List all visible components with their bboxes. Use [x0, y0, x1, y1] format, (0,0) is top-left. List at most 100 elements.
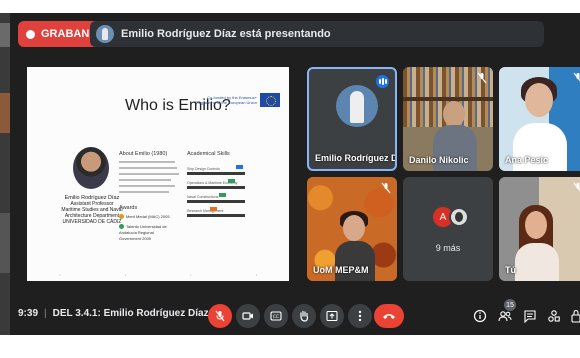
- bookshelf-background: [403, 97, 493, 101]
- presenter-university: UNIVERSIDAD DE CÁDIZ: [62, 219, 122, 225]
- mic-off-icon: [573, 182, 580, 192]
- footer-mark: ▪: [190, 273, 192, 277]
- skills-heading: Academical Skills: [187, 151, 230, 157]
- award-text: Talento Universidad de Andalucía Regiona…: [119, 224, 167, 241]
- presentation-slide[interactable]: Who is Emilio? Co-funded by the Erasmus+…: [27, 67, 289, 281]
- skill-row: Operations & Maritime Economy: [187, 179, 245, 189]
- skill-marker: [210, 207, 218, 211]
- mic-off-icon: [215, 310, 225, 322]
- footer-mark: ▪: [124, 273, 126, 277]
- participant-video-person: [525, 83, 553, 117]
- meet-window: GRABANDO Emilio Rodríguez Díaz está pres…: [10, 13, 580, 335]
- participant-tile-self[interactable]: Tú: [499, 177, 580, 281]
- more-options-icon: [358, 310, 362, 322]
- participant-tile-emilio[interactable]: Emilio Rodríguez Díaz: [307, 67, 397, 171]
- edge-block: [0, 93, 10, 133]
- lock-icon: [571, 309, 580, 323]
- participant-name: Danilo Nikolic: [409, 155, 469, 165]
- skills-bars: Ship Design Controls Operations & Mariti…: [187, 165, 247, 227]
- microphone-button[interactable]: [208, 304, 232, 328]
- meeting-time: 9:39: [18, 308, 39, 319]
- meeting-name: DEL 3.4.1: Emilio Rodríguez Díaz: [52, 308, 209, 319]
- activities-icon: [548, 310, 560, 322]
- skill-marker: [236, 165, 244, 169]
- participant-name: Emilio Rodríguez Díaz: [315, 153, 397, 163]
- about-heading: About Emilio (1980): [119, 151, 168, 157]
- mic-off-icon: [477, 72, 487, 84]
- chat-icon: [524, 310, 536, 323]
- participant-avatar: [336, 85, 378, 127]
- presenting-banner[interactable]: Emilio Rodríguez Díaz está presentando: [90, 21, 544, 47]
- footer-mark: ▪: [59, 273, 61, 277]
- screen: GRABANDO Emilio Rodríguez Díaz está pres…: [0, 0, 580, 358]
- present-button[interactable]: [320, 304, 344, 328]
- skill-bar: [187, 193, 245, 203]
- more-participants-label: 9 más: [435, 243, 461, 253]
- eu-flag-icon: [260, 93, 280, 107]
- participant-video-person: [525, 211, 547, 239]
- eu-cofunded-logo: Co-funded by the Erasmus+ Programme of t…: [193, 91, 281, 109]
- mic-off-icon: [573, 72, 580, 82]
- footer-mark: ▪: [255, 273, 257, 277]
- participant-name: UoM MEP&M: [313, 265, 369, 275]
- participant-video-person: [515, 243, 559, 281]
- edge-block: [0, 23, 10, 47]
- camera-icon: [242, 312, 253, 320]
- skill-marker: [227, 179, 235, 183]
- skill-marker: [218, 193, 226, 197]
- participant-tile-danilo[interactable]: Danilo Nikolic: [403, 67, 493, 171]
- camera-button[interactable]: [236, 304, 260, 328]
- skill-bar: [187, 165, 245, 175]
- more-participants-tile[interactable]: A 9 más: [403, 177, 493, 281]
- participant-avatar: [449, 207, 469, 227]
- skill-row: Research Management: [187, 207, 245, 217]
- participant-tile-ana[interactable]: Ana Pesic: [499, 67, 580, 171]
- raise-hand-icon: [300, 310, 309, 322]
- eu-cofunded-text: Co-funded by the Erasmus+ Programme of t…: [194, 95, 257, 105]
- present-icon: [326, 310, 338, 322]
- about-lines: [119, 161, 179, 197]
- raise-hand-button[interactable]: [292, 304, 316, 328]
- award-item: Talento Universidad de Andalucía Regiona…: [119, 224, 169, 242]
- participant-name: Tú: [505, 265, 516, 275]
- info-icon: [473, 309, 487, 323]
- leave-call-button[interactable]: [374, 304, 404, 328]
- skill-bar: [187, 179, 245, 189]
- people-icon: [498, 311, 512, 322]
- record-dot-icon: [26, 29, 35, 39]
- svg-text:CC: CC: [273, 314, 279, 320]
- participant-video-person: [443, 101, 465, 127]
- participant-tile-uom[interactable]: UoM MEP&M: [307, 177, 397, 281]
- presenter-avatar: [96, 25, 114, 43]
- presenter-photo: [73, 147, 109, 189]
- meeting-info-button[interactable]: [470, 306, 490, 326]
- participant-video-person: [335, 241, 375, 281]
- participant-name: Ana Pesic: [505, 155, 549, 165]
- awards-heading: Awards: [119, 205, 138, 211]
- participant-video-person: [343, 215, 365, 241]
- people-button[interactable]: [495, 306, 515, 326]
- award-item: Merit Medal (MAC) 2005: [119, 214, 170, 220]
- presenting-text: Emilio Rodríguez Díaz está presentando: [121, 28, 331, 40]
- more-options-button[interactable]: [348, 304, 372, 328]
- skill-row: Ship Design Controls: [187, 165, 245, 175]
- captions-button[interactable]: CC: [264, 304, 288, 328]
- skill-bar: [187, 207, 245, 217]
- background-window-edge: [0, 13, 10, 335]
- presenter-details: Emilio Rodríguez Díaz Assistant Professo…: [57, 195, 127, 225]
- captions-icon: CC: [270, 311, 282, 321]
- award-medal-icon: [119, 214, 124, 220]
- leave-call-icon: [383, 314, 395, 319]
- mic-off-icon: [381, 182, 391, 194]
- speaking-indicator-icon: [376, 75, 389, 88]
- separator: |: [44, 308, 47, 319]
- award-text: Merit Medal (MAC) 2005: [126, 214, 170, 219]
- slide-footer: ▪ ▪ ▪ ▪: [27, 273, 289, 277]
- chat-button[interactable]: [520, 306, 540, 326]
- host-controls-button[interactable]: [566, 306, 580, 326]
- control-bar: 9:39 | DEL 3.4.1: Emilio Rodríguez Díaz CC: [10, 297, 580, 335]
- activities-button[interactable]: [544, 306, 564, 326]
- meeting-info: 9:39 | DEL 3.4.1: Emilio Rodríguez Díaz: [18, 308, 209, 319]
- edge-block: [0, 213, 10, 273]
- skill-row: Naval Constructions: [187, 193, 245, 203]
